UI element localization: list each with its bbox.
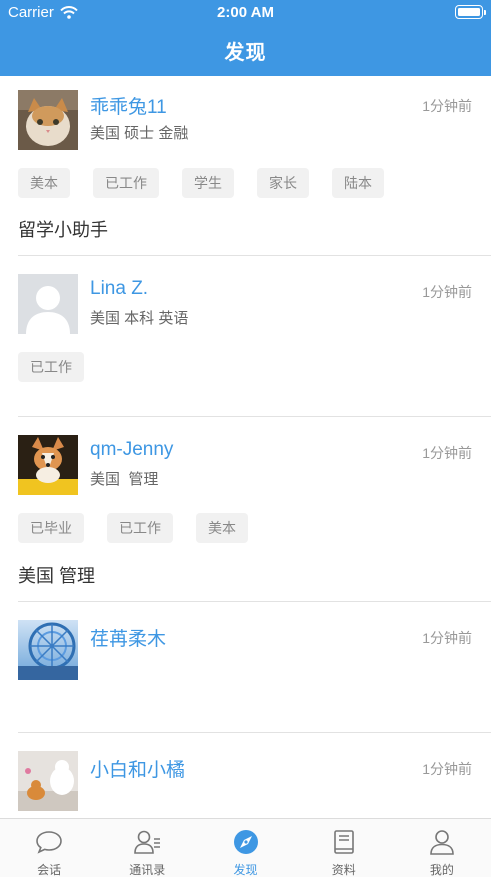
tab-label: 发现 bbox=[233, 863, 258, 877]
post-time: 1分钟前 bbox=[422, 630, 472, 646]
feed-item[interactable]: Lina Z. 1分钟前 美国 本科 英语 已工作 bbox=[0, 256, 491, 417]
page-title: 发现 bbox=[224, 42, 267, 64]
compass-icon bbox=[233, 830, 258, 854]
avatar[interactable] bbox=[18, 274, 78, 334]
tag[interactable]: 已工作 bbox=[93, 168, 159, 198]
tab-label: 通讯录 bbox=[129, 863, 166, 877]
discover-feed[interactable]: 乖乖兔11 1分钟前 美国 硕士 金融 美本 已工作 学生 家长 陆本 留学小助… bbox=[0, 76, 491, 818]
feed-item[interactable]: 乖乖兔11 1分钟前 美国 硕士 金融 美本 已工作 学生 家长 陆本 留学小助… bbox=[0, 76, 491, 256]
status-bar: Carrier 2:00 AM bbox=[0, 0, 491, 26]
tag-list: 美本 已工作 学生 家长 陆本 bbox=[18, 168, 407, 198]
user-name[interactable]: 乖乖兔11 bbox=[90, 92, 167, 119]
feed-item[interactable]: 小白和小橘 1分钟前 bbox=[0, 733, 491, 818]
user-name[interactable]: 荏苒柔木 bbox=[90, 624, 166, 651]
tab-discover[interactable]: 发现 bbox=[196, 819, 294, 877]
tab-contacts[interactable]: 通讯录 bbox=[98, 819, 196, 877]
corgi-photo-icon bbox=[18, 435, 78, 495]
tab-chat[interactable]: 会话 bbox=[0, 819, 98, 877]
post-time: 1分钟前 bbox=[422, 98, 472, 114]
contacts-icon bbox=[134, 830, 161, 854]
battery-icon bbox=[455, 5, 486, 19]
tab-label: 会话 bbox=[37, 863, 62, 877]
cat-photo-icon bbox=[18, 90, 78, 150]
tag[interactable]: 已工作 bbox=[18, 352, 84, 382]
tag[interactable]: 美本 bbox=[18, 168, 70, 198]
tag-list: 已工作 bbox=[18, 352, 107, 382]
book-icon bbox=[333, 830, 354, 854]
chat-bubble-icon bbox=[36, 831, 62, 854]
default-person-icon bbox=[18, 274, 78, 334]
user-description: 留学小助手 bbox=[18, 220, 108, 240]
post-time: 1分钟前 bbox=[422, 445, 472, 461]
user-icon bbox=[430, 830, 454, 855]
avatar[interactable] bbox=[18, 620, 78, 680]
tag-list: 已毕业 已工作 美本 bbox=[18, 513, 271, 543]
tag[interactable]: 已工作 bbox=[107, 513, 173, 543]
tab-bar: 会话 通讯录 发现 资料 我的 bbox=[0, 818, 491, 877]
avatar[interactable] bbox=[18, 435, 78, 495]
user-name[interactable]: 小白和小橘 bbox=[90, 755, 185, 782]
status-time: 2:00 AM bbox=[217, 4, 274, 21]
user-name[interactable]: qm-Jenny bbox=[90, 439, 173, 461]
tag[interactable]: 学生 bbox=[182, 168, 234, 198]
cats-photo-icon bbox=[18, 751, 78, 811]
user-meta: 美国 本科 英语 bbox=[90, 310, 189, 327]
app-header: Carrier 2:00 AM 发现 bbox=[0, 0, 491, 76]
ferris-wheel-photo-icon bbox=[18, 620, 78, 680]
tag[interactable]: 已毕业 bbox=[18, 513, 84, 543]
post-time: 1分钟前 bbox=[422, 284, 472, 300]
tab-resources[interactable]: 资料 bbox=[295, 819, 393, 877]
user-meta: 美国 硕士 金融 bbox=[90, 125, 189, 142]
avatar[interactable] bbox=[18, 751, 78, 811]
user-meta: 美国 管理 bbox=[90, 471, 159, 488]
tag[interactable]: 美本 bbox=[196, 513, 248, 543]
user-description: 美国 管理 bbox=[18, 566, 96, 586]
post-time: 1分钟前 bbox=[422, 761, 472, 777]
feed-item[interactable]: 荏苒柔木 1分钟前 bbox=[0, 602, 491, 733]
avatar[interactable] bbox=[18, 90, 78, 150]
tag[interactable]: 家长 bbox=[257, 168, 309, 198]
tag[interactable]: 陆本 bbox=[332, 168, 384, 198]
feed-item[interactable]: qm-Jenny 1分钟前 美国 管理 已毕业 已工作 美本 美国 管理 bbox=[0, 417, 491, 602]
tab-label: 资料 bbox=[331, 863, 356, 877]
tab-me[interactable]: 我的 bbox=[393, 819, 491, 877]
tab-label: 我的 bbox=[429, 863, 454, 877]
user-name[interactable]: Lina Z. bbox=[90, 278, 148, 300]
